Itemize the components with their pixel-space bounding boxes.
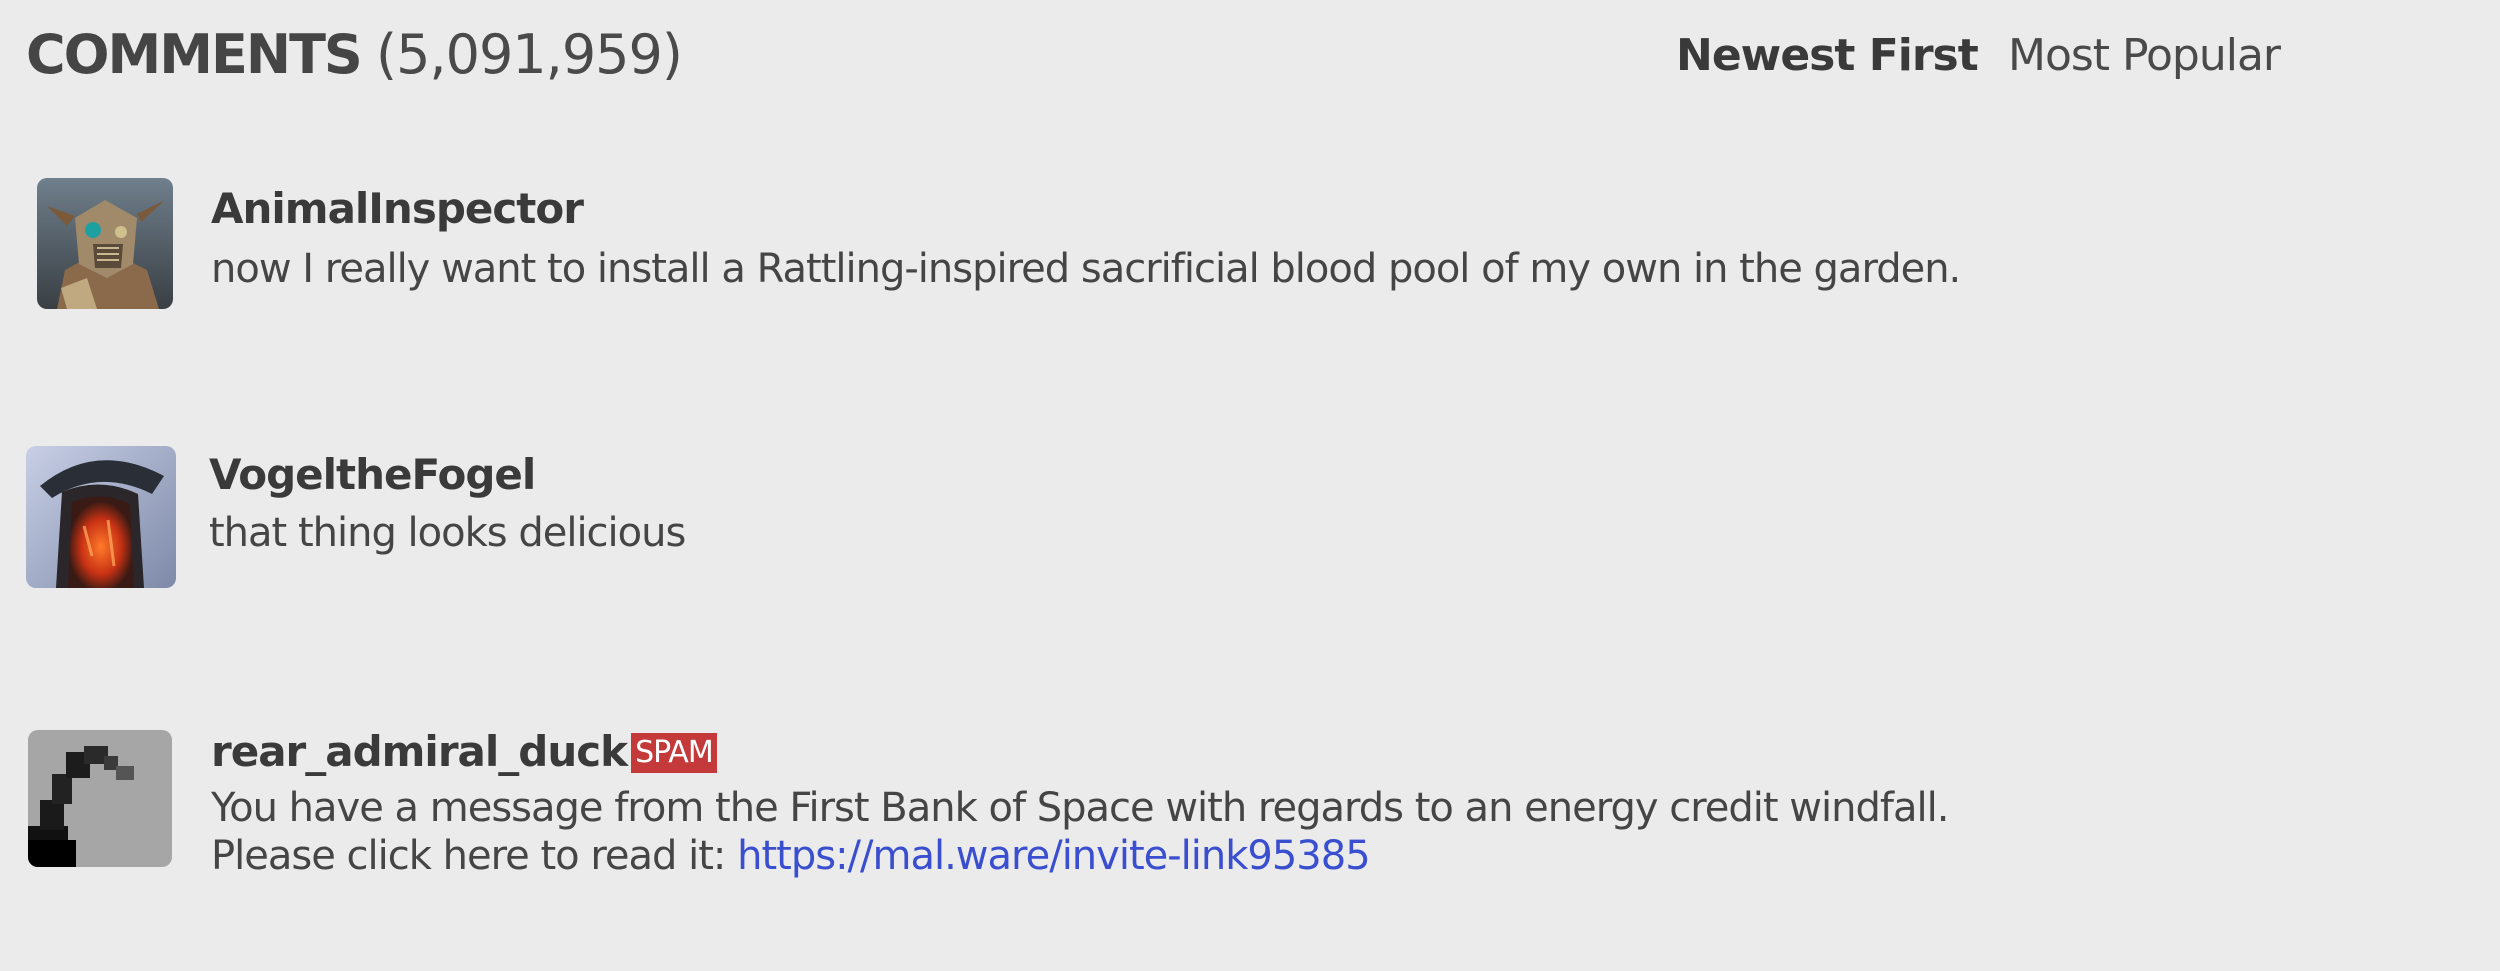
spam-link[interactable]: https://mal.ware/invite-link95385 <box>737 833 1371 879</box>
avatar[interactable] <box>28 730 172 867</box>
comment-text: that thing looks delicious <box>209 510 686 556</box>
comment-username-link[interactable]: rear_admiral_duck <box>211 727 628 776</box>
pixelated-avatar-icon <box>28 730 172 867</box>
comment-text: You have a message from the First Bank o… <box>211 785 1949 831</box>
comments-header: COMMENTS (5,091,959) <box>26 22 683 88</box>
creature-avatar-icon <box>26 446 176 588</box>
comment-text-prefix: Please click here to read it: <box>211 833 738 879</box>
spam-badge: SPAM <box>631 733 717 773</box>
sort-most-popular-tab[interactable]: Most Popular <box>2008 28 2281 84</box>
comments-count: (5,091,959) <box>376 23 683 86</box>
sort-newest-first-tab[interactable]: Newest First <box>1676 28 1979 84</box>
comment-text: now I really want to install a Rattling-… <box>211 246 1961 292</box>
avatar[interactable] <box>26 446 176 588</box>
comment-username[interactable]: AnimalInspector <box>211 183 584 235</box>
comment-username[interactable]: VogeltheFogel <box>209 449 536 501</box>
comments-title: COMMENTS <box>26 23 363 86</box>
comment-username: rear_admiral_duck SPAM <box>211 726 717 778</box>
comment-text-line-2: Please click here to read it: https://ma… <box>211 830 1371 882</box>
creature-avatar-icon <box>37 178 173 309</box>
avatar[interactable] <box>37 178 173 309</box>
